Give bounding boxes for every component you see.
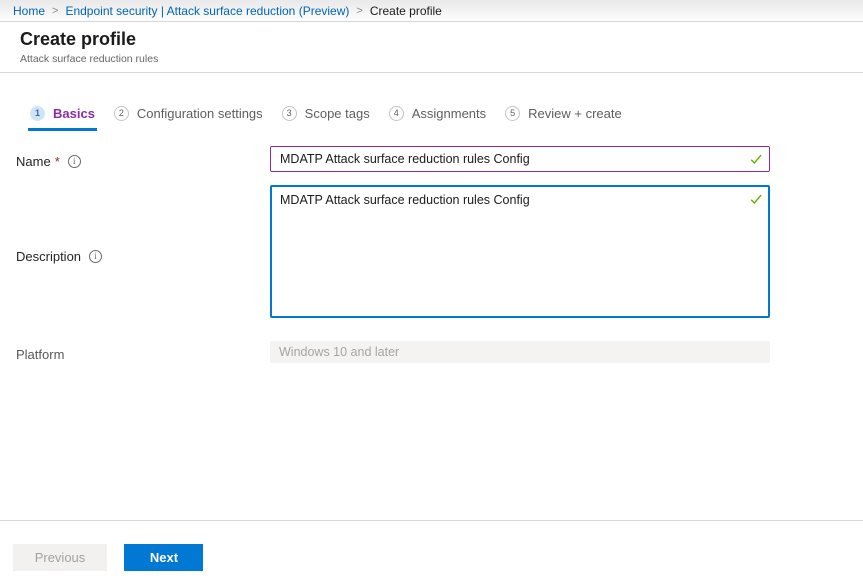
step-2-badge: 2 <box>113 105 129 121</box>
description-label: Description i <box>16 185 270 323</box>
description-label-text: Description <box>16 248 82 264</box>
tab-basics[interactable]: 1 Basics <box>28 105 97 131</box>
wizard-steps: 1 Basics 2 Configuration settings 3 Scop… <box>28 105 863 131</box>
page-header: Create profile Attack surface reduction … <box>0 22 863 73</box>
platform-field-row: Platform <box>16 341 863 363</box>
platform-input <box>270 341 770 363</box>
basics-form: Name* i Description i MDATP Attack surfa… <box>0 146 863 363</box>
page-subtitle: Attack surface reduction rules <box>20 53 159 65</box>
tab-review-create[interactable]: 5 Review + create <box>505 105 622 121</box>
step-5-badge: 5 <box>505 105 521 121</box>
tab-basics-label: Basics <box>53 105 95 121</box>
platform-label: Platform <box>16 341 270 363</box>
breadcrumb-current-page: Create profile <box>369 3 442 18</box>
step-1-badge: 1 <box>30 105 45 121</box>
previous-button[interactable]: Previous <box>13 544 107 571</box>
info-icon[interactable]: i <box>67 154 81 168</box>
breadcrumb: Home > Endpoint security | Attack surfac… <box>0 0 863 22</box>
tab-configuration-settings-label: Configuration settings <box>136 105 263 121</box>
tab-configuration-settings[interactable]: 2 Configuration settings <box>113 105 263 121</box>
page-title: Create profile <box>20 29 137 49</box>
name-input[interactable] <box>270 146 770 172</box>
next-button[interactable]: Next <box>124 544 204 571</box>
name-label-text: Name <box>16 153 51 169</box>
info-icon[interactable]: i <box>89 249 103 263</box>
description-field-row: Description i MDATP Attack surface reduc… <box>16 185 863 323</box>
chevron-right-icon: > <box>356 4 363 17</box>
valid-check-icon <box>750 154 762 164</box>
tab-scope-tags[interactable]: 3 Scope tags <box>281 105 370 121</box>
platform-field <box>270 341 770 363</box>
step-3-badge: 3 <box>281 105 297 121</box>
required-asterisk: * <box>54 153 60 169</box>
tab-scope-tags-label: Scope tags <box>304 105 370 121</box>
tab-review-create-label: Review + create <box>528 105 622 121</box>
step-4-badge: 4 <box>388 105 404 121</box>
description-textarea[interactable]: MDATP Attack surface reduction rules Con… <box>270 185 770 318</box>
name-field-row: Name * i <box>16 146 863 172</box>
valid-check-icon <box>750 194 762 204</box>
platform-label-text: Platform <box>16 346 65 362</box>
tab-assignments[interactable]: 4 Assignments <box>388 105 487 121</box>
tab-assignments-label: Assignments <box>411 105 487 121</box>
chevron-right-icon: > <box>52 4 59 17</box>
description-field: MDATP Attack surface reduction rules Con… <box>270 185 770 323</box>
breadcrumb-home-link[interactable]: Home <box>13 4 45 18</box>
name-label: Name * i <box>16 146 270 172</box>
name-field <box>270 146 770 172</box>
breadcrumb-endpoint-security-link[interactable]: Endpoint security | Attack surface reduc… <box>65 4 349 18</box>
wizard-footer: Previous Next <box>0 520 863 571</box>
